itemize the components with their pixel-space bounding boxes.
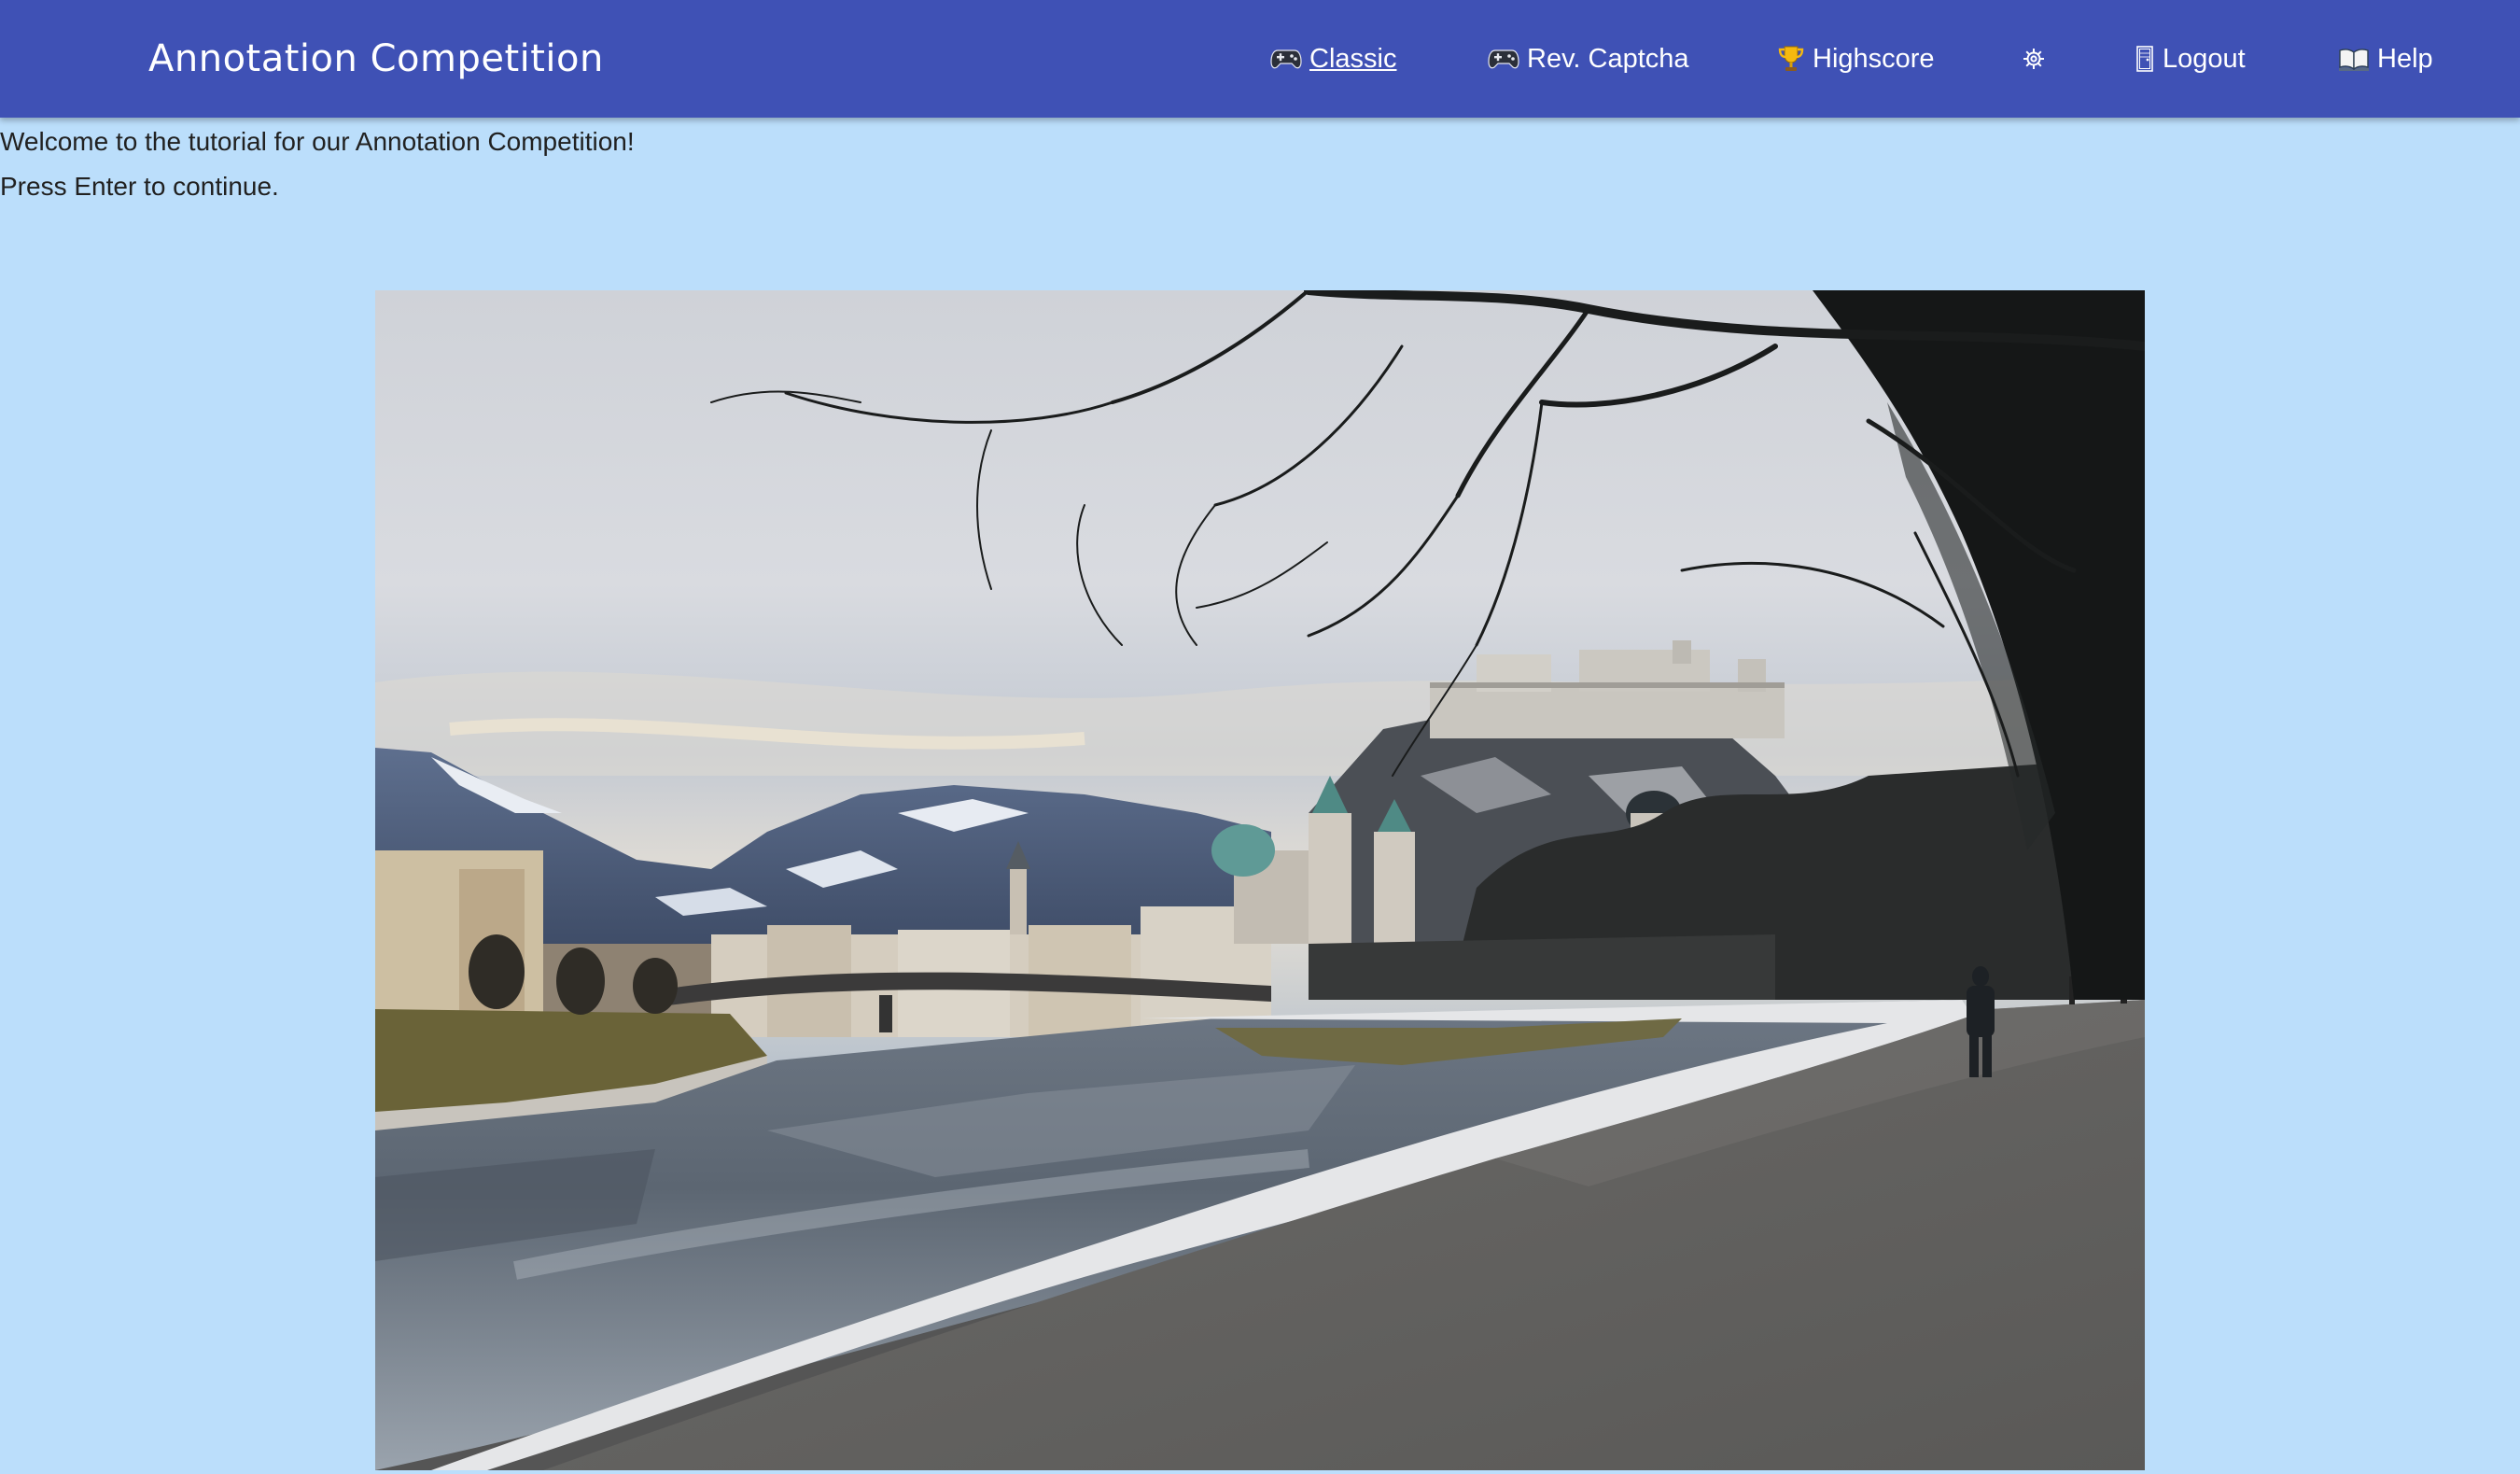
nav-classic-label: Classic xyxy=(1309,43,1397,74)
annotation-image[interactable] xyxy=(375,290,2145,1470)
continue-instruction: Press Enter to continue. xyxy=(0,172,279,201)
gamepad-icon xyxy=(1488,47,1519,71)
nav-rev-captcha-label: Rev. Captcha xyxy=(1527,43,1689,74)
river-city-photo xyxy=(375,290,2145,1470)
nav-logout[interactable]: Logout xyxy=(2135,0,2246,118)
top-navbar: Annotation Competition Classic Rev. Capt… xyxy=(0,0,2520,118)
nav-rev-captcha[interactable]: Rev. Captcha xyxy=(1488,0,1689,118)
app-title[interactable]: Annotation Competition xyxy=(148,0,604,118)
nav-highscore[interactable]: Highscore xyxy=(1777,0,1935,118)
gear-icon xyxy=(2022,47,2046,71)
nav-logout-label: Logout xyxy=(2163,43,2246,74)
nav-settings[interactable] xyxy=(2022,0,2053,118)
book-icon xyxy=(2338,46,2370,72)
tutorial-text: Welcome to the tutorial for our Annotati… xyxy=(0,119,635,209)
trophy-icon xyxy=(1777,44,1805,74)
door-icon xyxy=(2135,45,2155,73)
nav-help-label: Help xyxy=(2377,43,2433,74)
welcome-message: Welcome to the tutorial for our Annotati… xyxy=(0,127,635,156)
nav-help[interactable]: Help xyxy=(2338,0,2433,118)
nav-highscore-label: Highscore xyxy=(1813,43,1935,74)
nav-classic[interactable]: Classic xyxy=(1270,0,1396,118)
gamepad-icon xyxy=(1270,47,1302,71)
